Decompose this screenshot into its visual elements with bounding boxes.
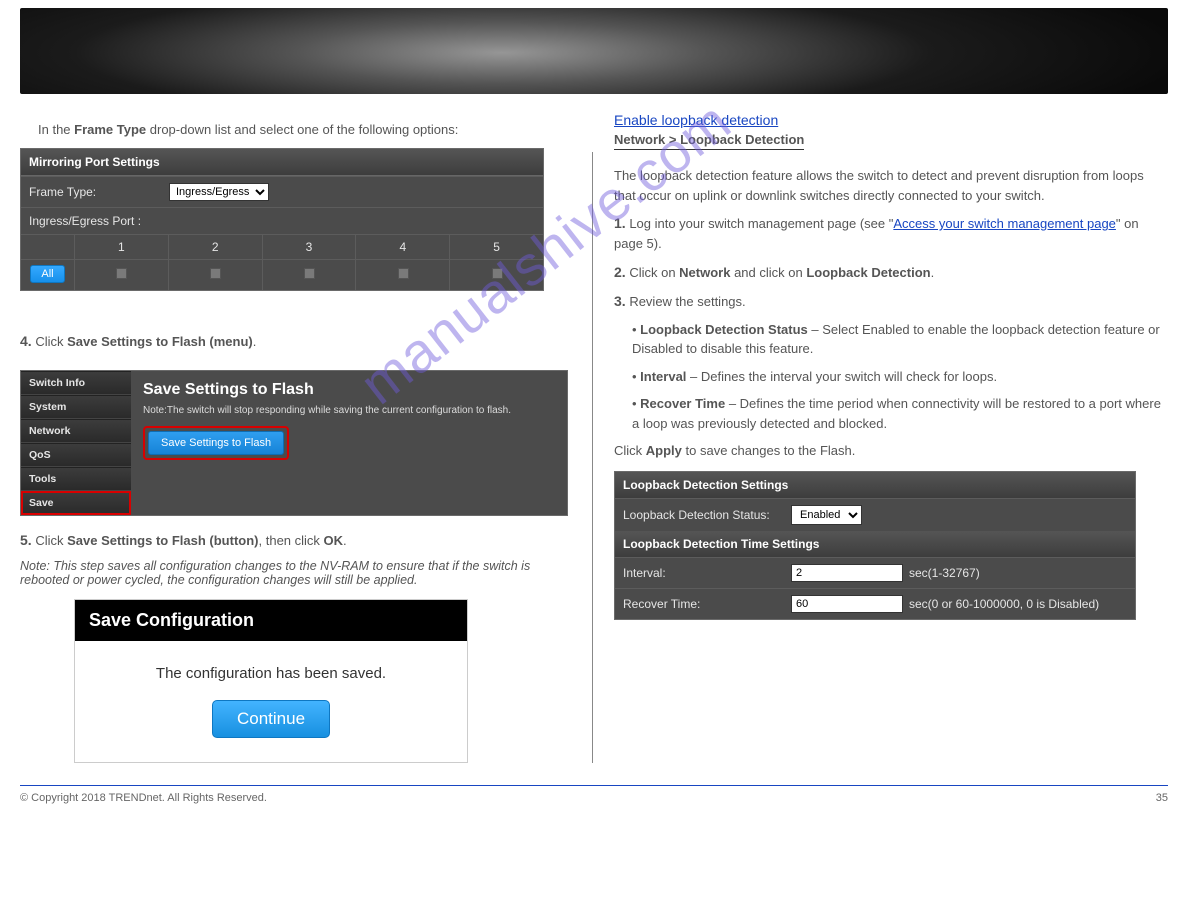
mirroring-title: Mirroring Port Settings <box>21 149 543 176</box>
nav-qos[interactable]: QoS <box>21 443 131 467</box>
ld-interval-input[interactable] <box>791 564 903 582</box>
access-link[interactable]: Access your switch management page <box>893 216 1116 231</box>
step4-num: 4. <box>20 333 32 349</box>
nav-switch-info[interactable]: Switch Info <box>21 371 131 395</box>
b2a: Interval <box>640 369 686 384</box>
apply-text: Click Apply to save changes to the Flash… <box>614 441 1168 461</box>
loopback-heading-link[interactable]: Enable loopback detection <box>614 112 1168 128</box>
bullet3: • Recover Time – Defines the time period… <box>632 394 1168 433</box>
ld-interval-unit: sec(1-32767) <box>909 566 980 580</box>
step4-text: Click Save Settings to Flash (menu). <box>35 334 256 349</box>
footer-page: 35 <box>1156 792 1168 804</box>
r-step1-num: 1. <box>614 215 626 231</box>
port-col-1: 1 <box>75 235 169 259</box>
nav-system[interactable]: System <box>21 395 131 419</box>
save-note: Note: This step saves all configuration … <box>20 559 568 587</box>
ld-title2: Loopback Detection Time Settings <box>615 531 1135 557</box>
r-step3-text: Review the settings. <box>629 294 745 309</box>
port-header: 1 2 3 4 5 <box>21 234 543 259</box>
loopback-intro: The loopback detection feature allows th… <box>614 166 1168 205</box>
port-row: All <box>21 259 543 290</box>
nav-save[interactable]: Save <box>21 491 131 515</box>
b1a: Loopback Detection Status <box>640 322 808 337</box>
ld-status-row: Loopback Detection Status: Enabled <box>615 498 1135 531</box>
b2b: – Defines the interval your switch will … <box>686 369 997 384</box>
port1-check[interactable] <box>116 268 127 279</box>
port2-check[interactable] <box>210 268 221 279</box>
loopback-panel: Loopback Detection Settings Loopback Det… <box>614 471 1136 620</box>
step4: 4. Click Save Settings to Flash (menu). <box>20 331 568 352</box>
r-step2: 2. Click on Network and click on Loopbac… <box>614 262 1168 283</box>
column-right: Enable loopback detection Network > Loop… <box>604 112 1168 763</box>
ld-status-label: Loopback Detection Status: <box>623 508 791 522</box>
save-btn-outline: Save Settings to Flash <box>143 426 289 460</box>
footer-rule <box>20 785 1168 786</box>
port-hdr-label: Ingress/Egress Port : <box>29 214 141 228</box>
bullet2: • Interval – Defines the interval your s… <box>632 367 1168 387</box>
r-step1: 1. Log into your switch management page … <box>614 213 1168 254</box>
frame-type-desc: In the Frame Type drop-down list and sel… <box>38 120 568 140</box>
two-columns: In the Frame Type drop-down list and sel… <box>20 112 1168 763</box>
ld-interval-label: Interval: <box>623 566 791 580</box>
r-step3: 3. Review the settings. <box>614 291 1168 312</box>
save-pane-note: Note:The switch will stop responding whi… <box>143 405 555 416</box>
ld-recover-label: Recover Time: <box>623 597 791 611</box>
confirm-msg: The configuration has been saved. <box>75 641 467 700</box>
port-col-4: 4 <box>356 235 450 259</box>
ld-recover-unit: sec(0 or 60-1000000, 0 is Disabled) <box>909 597 1099 611</box>
confirm-hdr: Save Configuration <box>75 600 467 641</box>
frame-type-select[interactable]: Ingress/Egress <box>169 183 269 201</box>
step5-num: 5. <box>20 532 32 548</box>
port-col-3: 3 <box>263 235 357 259</box>
r-step2-text: Click on Network and click on Loopback D… <box>629 265 934 280</box>
save-pane-title: Save Settings to Flash <box>143 381 555 399</box>
save-nav: Switch Info System Network QoS Tools Sav… <box>21 371 131 515</box>
ld-recover-input[interactable] <box>791 595 903 613</box>
bullet1: • Loopback Detection Status – Select Ena… <box>632 320 1168 359</box>
page-container: manualshive.com In the Frame Type drop-d… <box>0 0 1188 834</box>
step5: 5. Click Save Settings to Flash (button)… <box>20 530 568 551</box>
nav-network[interactable]: Network <box>21 419 131 443</box>
port-hdr-empty <box>21 235 75 259</box>
ld-title1: Loopback Detection Settings <box>615 472 1135 498</box>
all-button[interactable]: All <box>30 265 64 283</box>
r-step2-num: 2. <box>614 264 626 280</box>
nav-tools[interactable]: Tools <box>21 467 131 491</box>
header-banner <box>20 8 1168 94</box>
footer-copyright: © Copyright 2018 TRENDnet. All Rights Re… <box>20 792 267 804</box>
port-hdr-row: Ingress/Egress Port : <box>21 207 543 234</box>
frame-type-label: Frame Type: <box>29 185 169 199</box>
column-left: In the Frame Type drop-down list and sel… <box>20 112 568 763</box>
port4-check[interactable] <box>398 268 409 279</box>
b3a: Recover Time <box>640 396 725 411</box>
step5-text: Click Save Settings to Flash (button), t… <box>35 533 346 548</box>
mirroring-panel: Mirroring Port Settings Frame Type: Ingr… <box>20 148 544 291</box>
port5-check[interactable] <box>492 268 503 279</box>
continue-button[interactable]: Continue <box>212 700 330 738</box>
ld-status-select[interactable]: Enabled <box>791 505 862 525</box>
port-col-2: 2 <box>169 235 263 259</box>
footer: © Copyright 2018 TRENDnet. All Rights Re… <box>20 792 1168 804</box>
port3-check[interactable] <box>304 268 315 279</box>
save-pane: Save Settings to Flash Note:The switch w… <box>131 371 567 515</box>
save-settings-button[interactable]: Save Settings to Flash <box>148 431 284 455</box>
r-step1-a: Log into your switch management page (se… <box>629 216 893 231</box>
confirm-box: Save Configuration The configuration has… <box>74 599 468 763</box>
ld-interval-row: Interval: sec(1-32767) <box>615 557 1135 588</box>
ld-recover-row: Recover Time: sec(0 or 60-1000000, 0 is … <box>615 588 1135 619</box>
frame-type-row: Frame Type: Ingress/Egress <box>21 176 543 207</box>
r-step3-num: 3. <box>614 293 626 309</box>
breadcrumb: Network > Loopback Detection <box>614 132 804 150</box>
save-ui: Switch Info System Network QoS Tools Sav… <box>20 370 568 516</box>
port-col-5: 5 <box>450 235 543 259</box>
